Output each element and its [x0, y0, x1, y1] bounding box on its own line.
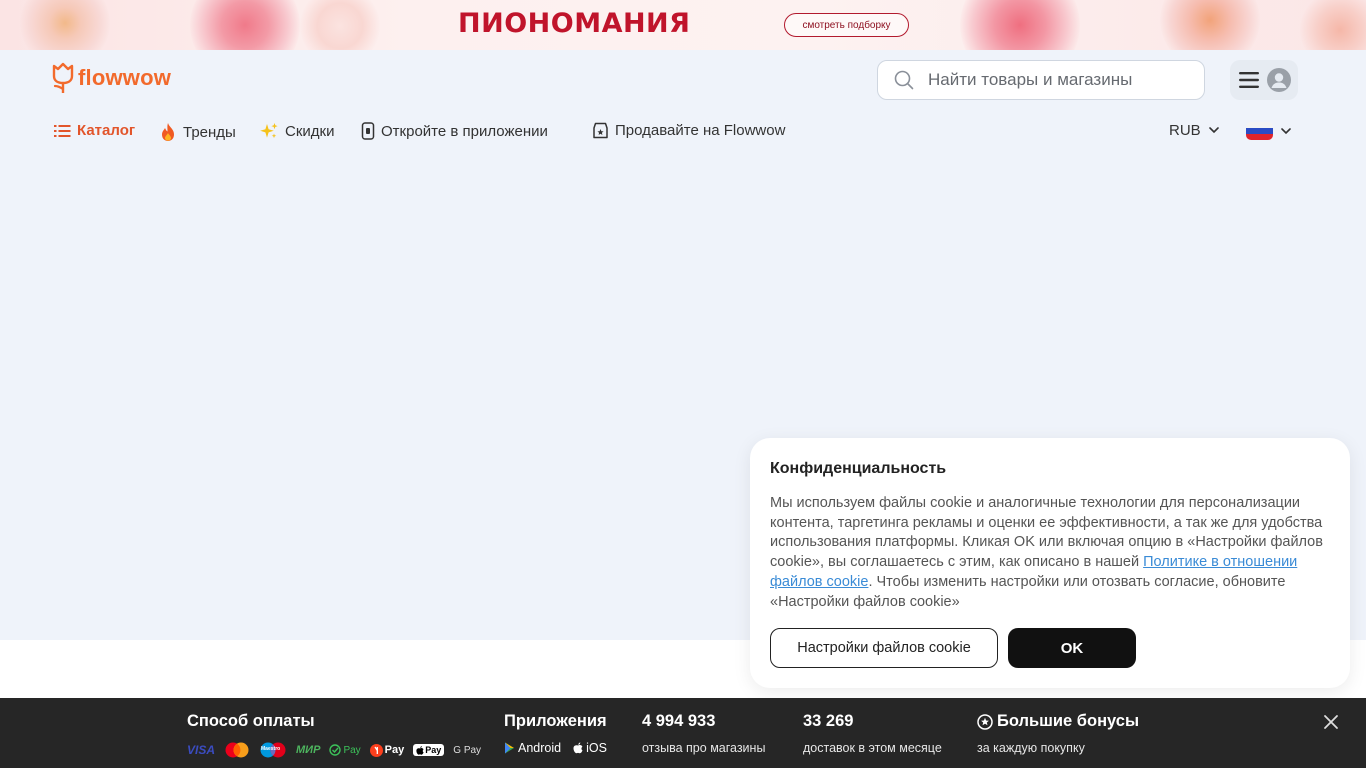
flower-decoration [300, 0, 380, 50]
apple-pay-label: Pay [425, 745, 442, 755]
flower-decoration [1300, 0, 1366, 50]
mastercard-icon [225, 742, 249, 758]
android-label: Android [518, 741, 562, 755]
user-avatar-icon[interactable] [1266, 68, 1291, 92]
payment-methods-block: Способ оплаты VISA Maestro МИР Pay Pay P… [187, 712, 481, 759]
currency-selector[interactable]: RUB [1169, 122, 1219, 139]
promo-banner[interactable]: ПИОНОМАНИЯ смотреть подборку [0, 0, 1366, 50]
nav-catalog[interactable]: Каталог [54, 122, 135, 139]
nav-sell[interactable]: Продавайте на Flowwow [592, 122, 785, 139]
russia-flag-icon [1246, 122, 1273, 140]
reviews-stat-block: 4 994 933 отзыва про магазины [642, 712, 765, 755]
bonus-block: Большие бонусы за каждую покупку [977, 712, 1139, 755]
sber-pay-icon: Pay [329, 744, 361, 756]
payment-title: Способ оплаты [187, 712, 315, 730]
nav-trends[interactable]: Тренды [159, 122, 236, 142]
language-selector[interactable] [1246, 122, 1291, 140]
deliveries-label: доставок в этом месяце [803, 741, 942, 755]
nav-open-app-label: Откройте в приложении [381, 122, 548, 140]
user-menu[interactable] [1230, 60, 1298, 100]
payment-logos: VISA Maestro МИР Pay Pay Pay G Pay [187, 741, 481, 759]
apple-pay-icon: Pay [413, 744, 445, 756]
flower-decoration [190, 0, 300, 50]
nav-discounts-label: Скидки [285, 122, 335, 140]
flower-decoration [1160, 0, 1260, 50]
fire-icon [162, 123, 174, 141]
deliveries-stat-block: 33 269 доставок в этом месяце [803, 712, 942, 755]
currency-value: RUB [1169, 122, 1201, 139]
nav-sell-label: Продавайте на Flowwow [615, 122, 786, 139]
nav-discounts[interactable]: Скидки [259, 122, 334, 140]
promo-title: ПИОНОМАНИЯ [458, 8, 691, 39]
apps-links: Android iOS [504, 741, 607, 755]
yandex-icon [369, 743, 383, 757]
search-box[interactable] [877, 60, 1205, 100]
apps-title: Приложения [504, 712, 607, 730]
cookie-consent-dialog: Конфиденциальность Мы используем файлы c… [750, 438, 1350, 688]
google-pay-icon: G Pay [453, 744, 482, 756]
main-nav: Каталог Тренды Скидки Откройте в приложе… [0, 122, 1366, 142]
sparkles-icon [260, 123, 278, 139]
visa-icon: VISA [187, 743, 216, 757]
yandex-pay-label: Pay [384, 744, 405, 756]
nav-open-app[interactable]: Откройте в приложении [361, 122, 548, 140]
shop-icon [593, 122, 608, 139]
maestro-icon: Maestro [259, 742, 287, 758]
promo-view-button[interactable]: смотреть подборку [784, 13, 909, 37]
logo[interactable]: flowwow [52, 62, 171, 94]
ios-link[interactable]: iOS [573, 741, 607, 755]
cookie-settings-button[interactable]: Настройки файлов cookie [770, 628, 998, 668]
sber-icon [329, 744, 342, 756]
bonus-title: Большие бонусы [997, 712, 1140, 730]
cookie-dialog-text: Мы используем файлы cookie и аналогичные… [770, 494, 1330, 612]
cookie-ok-button[interactable]: OK [1008, 628, 1136, 668]
chevron-down-icon [1281, 127, 1291, 134]
maestro-label: Maestro [261, 746, 281, 752]
info-footer-bar: Способ оплаты VISA Maestro МИР Pay Pay P… [0, 698, 1366, 768]
flower-decoration [20, 0, 110, 50]
ios-label: iOS [586, 741, 607, 755]
sber-pay-label: Pay [343, 744, 361, 756]
mir-icon: МИР [296, 744, 321, 756]
nav-catalog-label: Каталог [77, 122, 136, 139]
chevron-down-icon [1208, 127, 1219, 134]
bonus-title-row: Большие бонусы [977, 712, 1139, 731]
google-play-icon [505, 742, 514, 754]
tulip-logo-icon [52, 62, 74, 93]
deliveries-count: 33 269 [803, 712, 854, 730]
apple-icon [573, 742, 583, 754]
yandex-pay-icon: Pay [369, 743, 405, 757]
phone-icon [361, 122, 375, 140]
search-input[interactable] [928, 70, 1188, 90]
close-icon[interactable] [1322, 713, 1340, 731]
cookie-dialog-title: Конфиденциальность [770, 460, 947, 477]
flower-decoration [960, 0, 1080, 50]
reviews-count: 4 994 933 [642, 712, 716, 730]
search-icon [894, 70, 914, 90]
apple-icon [416, 745, 424, 755]
bonus-label: за каждую покупку [977, 741, 1085, 755]
logo-text: flowwow [78, 65, 172, 90]
nav-trends-label: Тренды [183, 123, 236, 141]
star-badge-icon [977, 713, 993, 730]
apps-block: Приложения Android iOS [504, 712, 607, 755]
android-link[interactable]: Android [504, 741, 561, 755]
hamburger-menu-icon[interactable] [1238, 71, 1260, 89]
list-icon [54, 124, 71, 137]
reviews-label: отзыва про магазины [642, 741, 766, 755]
cookie-dialog-actions: Настройки файлов cookie OK [770, 628, 1136, 668]
